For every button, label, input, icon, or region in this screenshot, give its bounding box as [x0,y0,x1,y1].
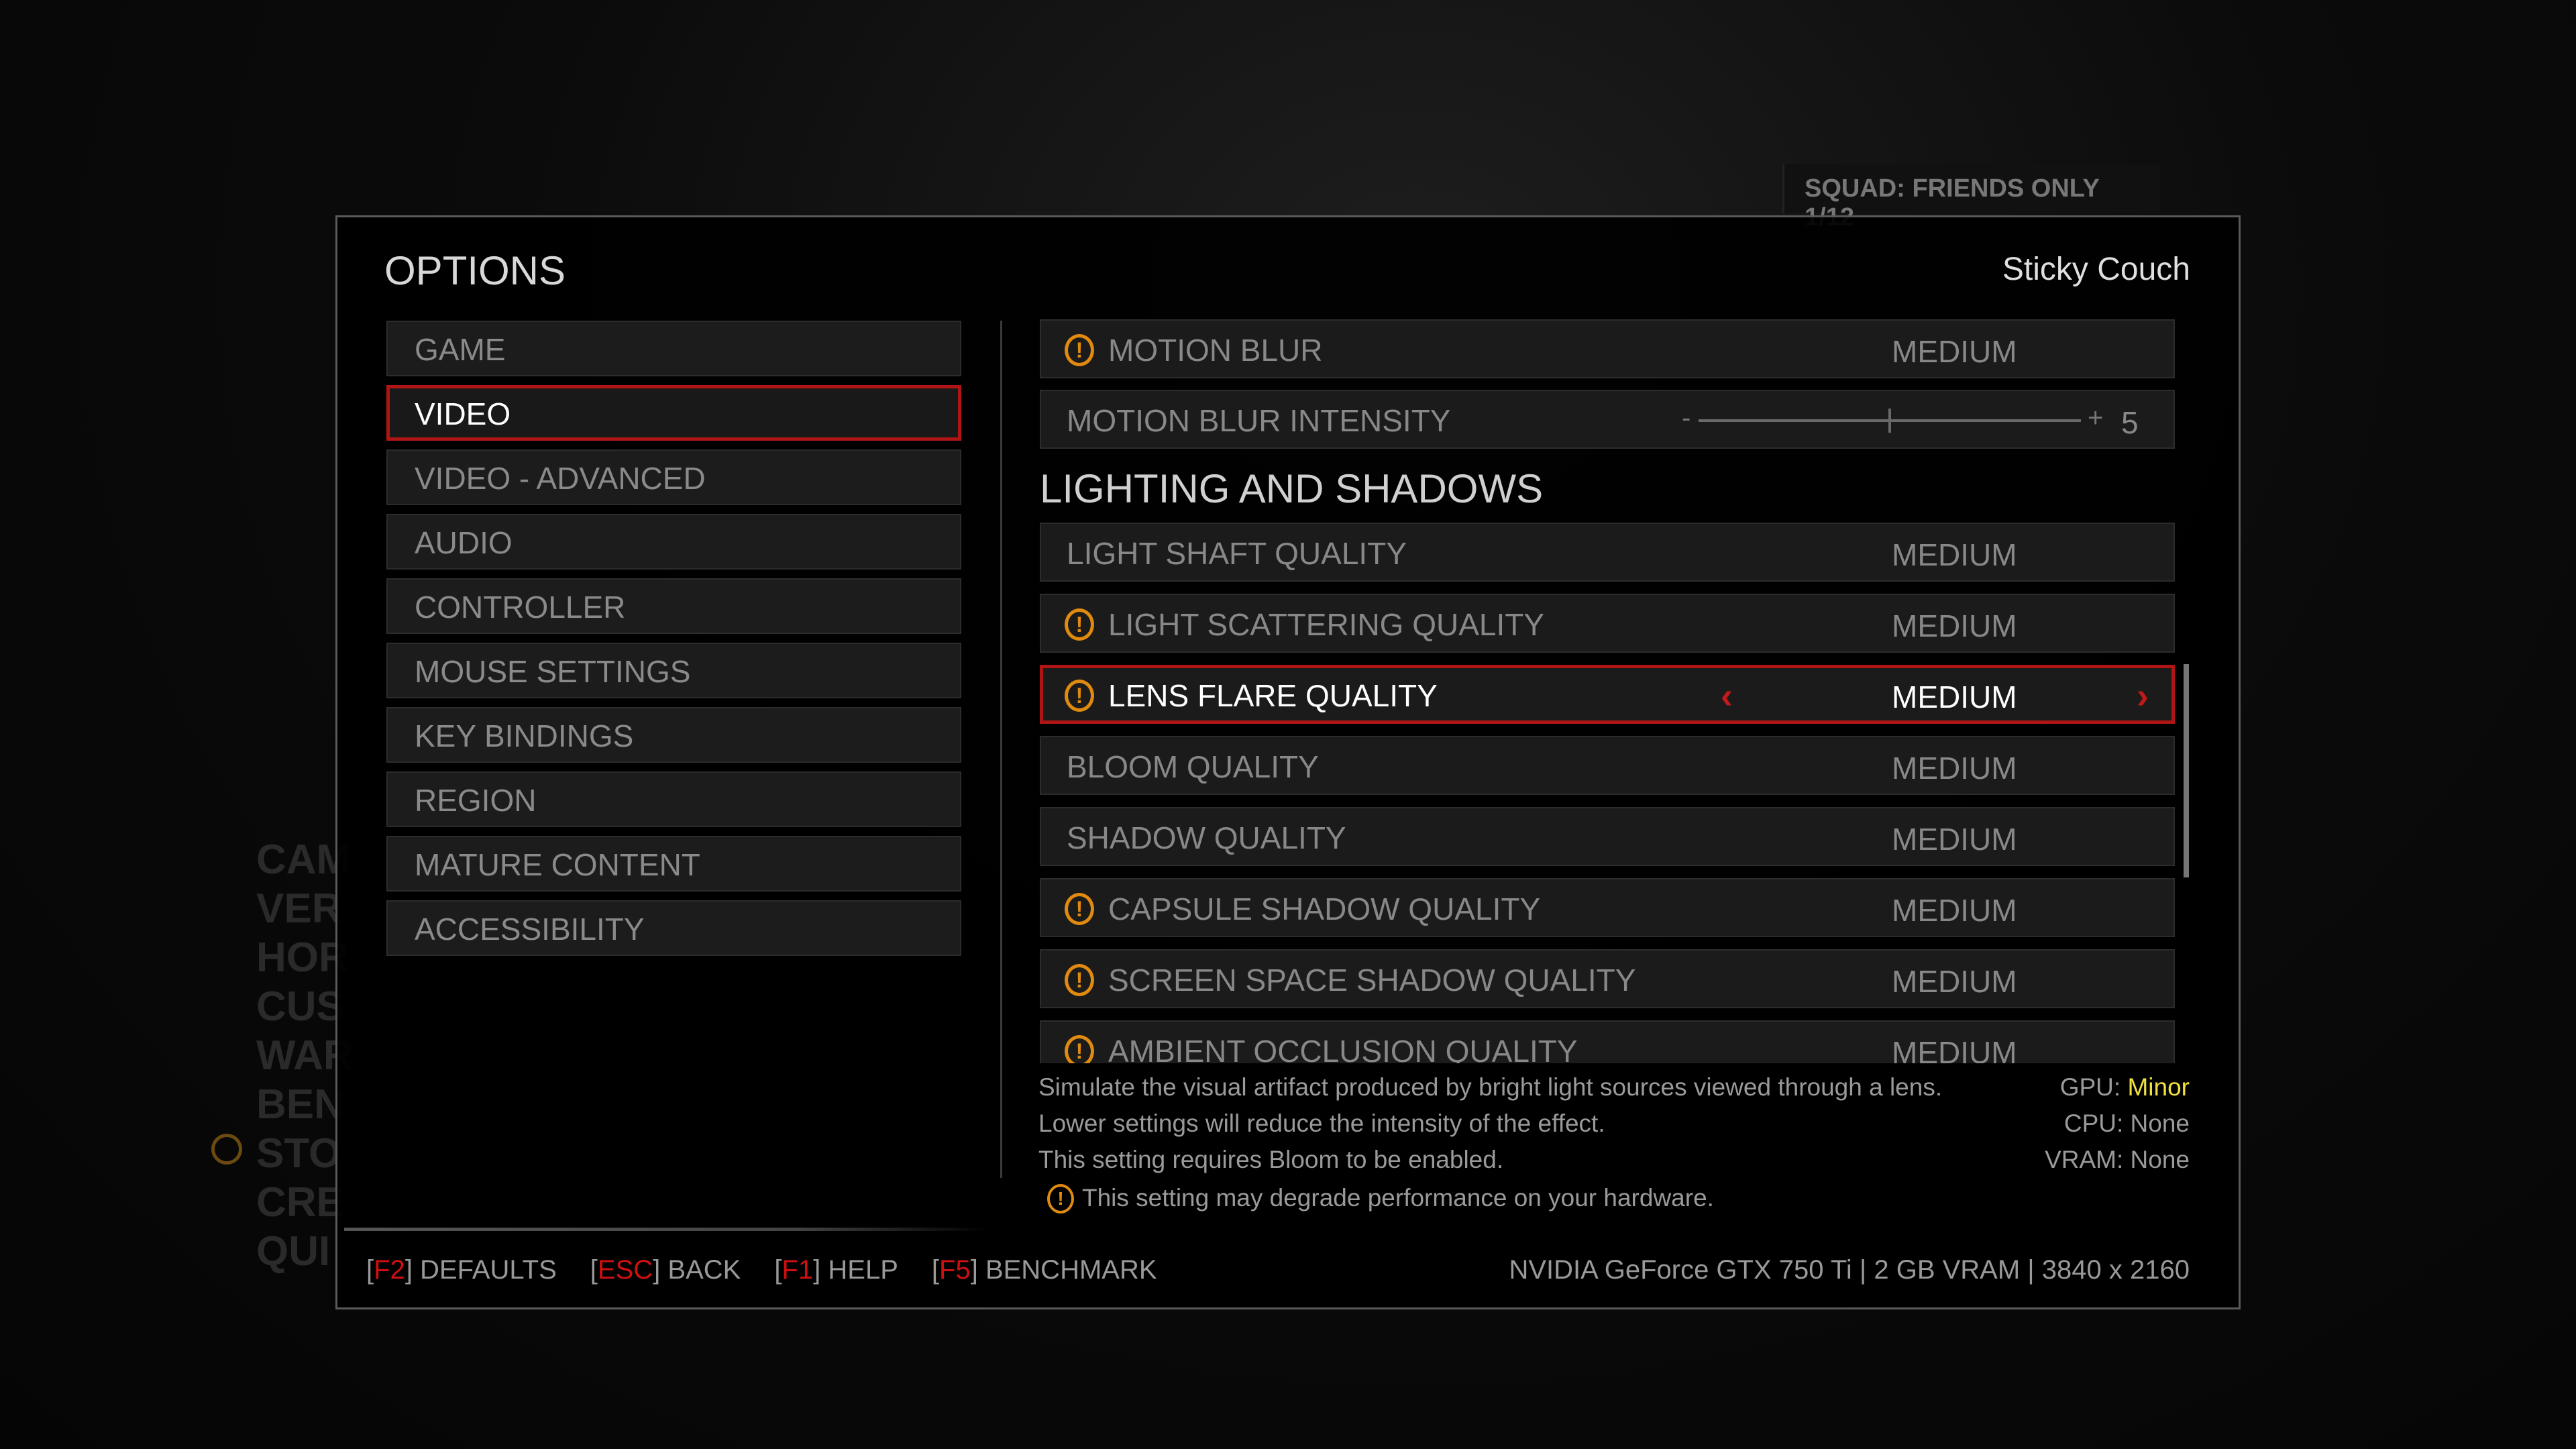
footer-keys: [F2] DEFAULTS [ESC] BACK [F1] HELP [F5] … [366,1255,1157,1285]
setting-screen-space-shadow-quality[interactable]: ! SCREEN SPACE SHADOW QUALITY MEDIUM [1040,949,2175,1008]
setting-label: AMBIENT OCCLUSION QUALITY [1108,1034,1578,1063]
warning-icon: ! [1065,964,1094,996]
setting-label: LIGHT SHAFT QUALITY [1067,536,1407,571]
vram-cost: VRAM: None [2045,1146,2190,1173]
setting-label: CAPSULE SHADOW QUALITY [1108,892,1541,926]
setting-value: MEDIUM [1892,334,2017,369]
sidebar-item-mouse-settings[interactable]: MOUSE SETTINGS [386,643,961,698]
warning-icon: ! [1065,334,1094,366]
description-line: Lower settings will reduce the intensity… [1038,1110,1605,1137]
key-label: F1 [782,1255,814,1285]
chevron-left-icon[interactable]: ‹ [1721,675,1733,716]
warning-icon: ! [1065,893,1094,925]
gpu-cost: GPU: Minor [2060,1073,2190,1102]
sidebar-item-accessibility[interactable]: ACCESSIBILITY [386,900,961,956]
setting-motion-blur[interactable]: ! MOTION BLUR MEDIUM [1040,319,2175,378]
slider-plus[interactable]: + [2088,403,2103,433]
warning-icon: ! [1065,680,1094,712]
setting-value: MEDIUM [1892,680,2017,714]
benchmark-button[interactable]: [F5] BENCHMARK [932,1255,1157,1285]
setting-light-scattering-quality[interactable]: ! LIGHT SCATTERING QUALITY MEDIUM [1040,594,2175,653]
sidebar-item-audio[interactable]: AUDIO [386,514,961,570]
setting-label: SHADOW QUALITY [1067,820,1346,855]
setting-label: SCREEN SPACE SHADOW QUALITY [1108,963,1636,998]
key-label: F2 [374,1255,405,1285]
sidebar-item-key-bindings[interactable]: KEY BINDINGS [386,707,961,763]
setting-label: MOTION BLUR INTENSITY [1067,403,1451,438]
setting-bloom-quality[interactable]: BLOOM QUALITY MEDIUM [1040,736,2175,795]
sidebar-item-game[interactable]: GAME [386,321,961,376]
setting-ambient-occlusion-quality[interactable]: ! AMBIENT OCCLUSION QUALITY MEDIUM [1040,1020,2175,1063]
options-panel: OPTIONS Sticky Couch GAME VIDEO VIDEO - … [335,215,2241,1309]
page-title: OPTIONS [384,248,566,293]
gpu-label: GPU: [2059,1073,2121,1101]
description-line: This setting requires Bloom to be enable… [1038,1146,1504,1173]
setting-value: MEDIUM [1892,537,2017,572]
intensity-slider[interactable] [1699,409,2081,433]
setting-shadow-quality[interactable]: SHADOW QUALITY MEDIUM [1040,807,2175,866]
setting-label: BLOOM QUALITY [1067,749,1319,784]
background-warning-icon [211,1134,242,1165]
key-label: ESC [597,1255,653,1285]
warning-icon: ! [1047,1184,1074,1214]
setting-value: MEDIUM [1892,893,2017,928]
help-button[interactable]: [F1] HELP [774,1255,898,1285]
section-heading: LIGHTING AND SHADOWS [1040,466,1544,511]
setting-value: MEDIUM [1892,751,2017,786]
performance-warning: This setting may degrade performance on … [1082,1184,1714,1212]
slider-thumb[interactable] [1888,409,1891,433]
settings-list: ! MOTION BLUR MEDIUM MOTION BLUR INTENSI… [1040,319,2175,1063]
setting-value: MEDIUM [1892,608,2017,643]
gpu-value: Minor [2127,1073,2190,1101]
warning-icon: ! [1065,1035,1094,1063]
chevron-right-icon[interactable]: › [2137,675,2149,716]
cpu-cost: CPU: None [2063,1110,2190,1137]
hardware-info: NVIDIA GeForce GTX 750 Ti | 2 GB VRAM | … [1509,1255,2190,1285]
defaults-button[interactable]: [F2] DEFAULTS [366,1255,557,1285]
slider-value: 5 [2121,405,2139,440]
setting-label: MOTION BLUR [1108,333,1323,368]
setting-value: MEDIUM [1892,964,2017,999]
back-button[interactable]: [ESC] BACK [590,1255,741,1285]
slider-minus[interactable]: - [1682,403,1690,433]
setting-label: LENS FLARE QUALITY [1108,678,1438,713]
key-label: F5 [939,1255,971,1285]
setting-label: LIGHT SCATTERING QUALITY [1108,607,1545,642]
description-line: Simulate the visual artifact produced by… [1038,1073,1943,1101]
squad-status: SQUAD: FRIENDS ONLY 1/12 [1782,164,2160,231]
scrollbar[interactable] [2184,664,2189,877]
key-action: HELP [828,1255,898,1285]
setting-value: MEDIUM [1892,1035,2017,1063]
footer-divider [344,1228,988,1231]
divider [1000,321,1002,1178]
username: Sticky Couch [2002,252,2190,287]
warning-icon: ! [1065,608,1094,641]
sidebar-item-video[interactable]: VIDEO [386,385,961,441]
sidebar: GAME VIDEO VIDEO - ADVANCED AUDIO CONTRO… [386,321,961,965]
setting-value: MEDIUM [1892,822,2017,857]
setting-motion-blur-intensity[interactable]: MOTION BLUR INTENSITY - + 5 [1040,390,2175,449]
setting-light-shaft-quality[interactable]: LIGHT SHAFT QUALITY MEDIUM [1040,523,2175,582]
key-action: DEFAULTS [420,1255,557,1285]
setting-lens-flare-quality[interactable]: ! LENS FLARE QUALITY MEDIUM ‹ › [1040,665,2175,724]
sidebar-item-video-advanced[interactable]: VIDEO - ADVANCED [386,449,961,505]
sidebar-item-controller[interactable]: CONTROLLER [386,578,961,634]
sidebar-item-region[interactable]: REGION [386,771,961,827]
sidebar-item-mature-content[interactable]: MATURE CONTENT [386,836,961,892]
key-action: BACK [667,1255,741,1285]
setting-capsule-shadow-quality[interactable]: ! CAPSULE SHADOW QUALITY MEDIUM [1040,878,2175,937]
key-action: BENCHMARK [985,1255,1157,1285]
